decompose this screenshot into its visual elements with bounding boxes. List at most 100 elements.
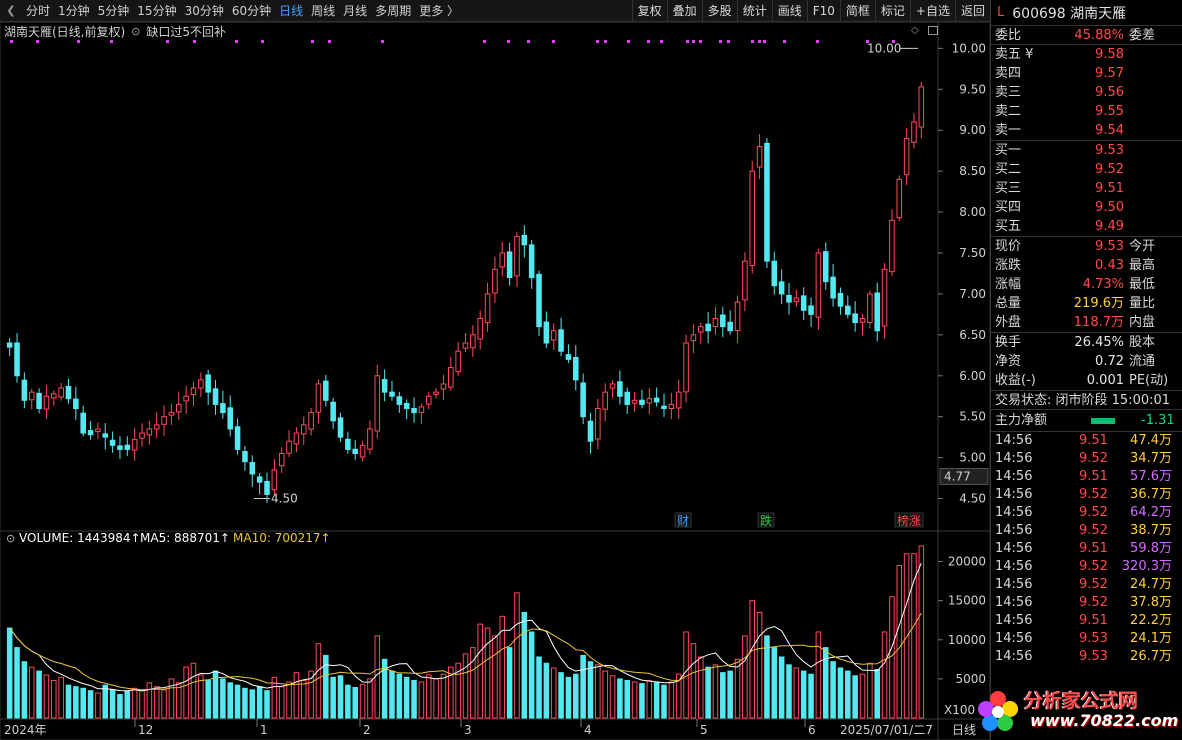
- candle-body: [367, 428, 373, 450]
- tick-trades-list[interactable]: 14:56 9.51 47.4万 14:56 9.52 34.7万 14:56 9.51 57.…: [991, 432, 1182, 666]
- candle-body: [749, 170, 756, 266]
- candle-body: [183, 395, 189, 402]
- candle-body: [168, 412, 175, 416]
- candle-body: [286, 440, 292, 454]
- candle-body: [315, 383, 322, 413]
- quote-title: L 600698 湖南天雁: [991, 0, 1182, 26]
- kline-chart[interactable]: 财 跌 榜涨 10.00 9.50 9.00 8.50 8.00 7.50 7.00 6.50 6.…: [0, 22, 990, 740]
- f10-button[interactable]: F10: [806, 0, 840, 22]
- stat-3-value: 219.6万: [1073, 296, 1124, 311]
- buy-level-4: 买四 9.50: [991, 198, 1182, 217]
- signal-dot: [686, 40, 689, 43]
- tab-weekly[interactable]: 周线: [307, 0, 339, 22]
- trade-row: 14:56 9.52 34.7万: [991, 450, 1182, 468]
- volume-bar: [131, 687, 138, 719]
- adjust-button[interactable]: 复权: [631, 0, 667, 22]
- date-tick-label: 3: [464, 723, 472, 737]
- trade-time: 14:56: [995, 451, 1033, 466]
- volume-bar: [87, 690, 94, 719]
- candle-body: [867, 293, 873, 324]
- statistics-button[interactable]: 统计: [736, 0, 772, 22]
- volume-bar: [874, 669, 880, 719]
- tab-1min[interactable]: 1分钟: [54, 0, 94, 22]
- volume-bar: [734, 658, 741, 719]
- tab-60min[interactable]: 60分钟: [228, 0, 275, 22]
- tab-5min[interactable]: 5分钟: [94, 0, 134, 22]
- candle-body: [139, 432, 145, 439]
- tab-multi-period[interactable]: 多周期: [371, 0, 415, 22]
- volume-bar: [278, 686, 285, 719]
- webi-row: 委比 45.88% 委差: [991, 26, 1182, 45]
- trade-time: 14:56: [995, 613, 1033, 628]
- trade-volume: 38.7万: [1130, 523, 1172, 538]
- candle-body: [793, 297, 800, 302]
- tab-more[interactable]: 更多 〉: [415, 0, 463, 22]
- dropdown-icon[interactable]: ⊙: [131, 25, 140, 38]
- trade-volume: 59.8万: [1130, 541, 1172, 556]
- volume-bar: [242, 687, 248, 719]
- volume-bar: [418, 681, 425, 719]
- tab-fenshi[interactable]: 分时: [22, 0, 54, 22]
- gap-option-label[interactable]: 缺口过5不回补: [146, 23, 226, 40]
- simple-frame-button[interactable]: 简框: [839, 0, 875, 22]
- candle-body: [595, 408, 601, 440]
- tab-15min[interactable]: 15分钟: [133, 0, 180, 22]
- stat-3-label: 总量: [995, 296, 1022, 311]
- candle-body: [786, 294, 792, 303]
- volume-bar: [889, 596, 895, 719]
- volume-bar: [161, 689, 167, 719]
- multi-stock-button[interactable]: 多股: [701, 0, 737, 22]
- stat-4: 外盘 118.7万 内盘: [991, 313, 1182, 332]
- add-watchlist-button[interactable]: +自选: [909, 0, 955, 22]
- tab-monthly[interactable]: 月线: [339, 0, 371, 22]
- candle-body: [903, 137, 910, 176]
- diamond-icon[interactable]: ◇: [911, 25, 919, 36]
- volume-bar: [234, 684, 241, 719]
- trade-row: 14:56 9.52 64.2万: [991, 504, 1182, 522]
- mark-button[interactable]: 标记: [874, 0, 910, 22]
- chevron-left-icon[interactable]: ❮: [0, 0, 22, 22]
- volume-bar: [352, 686, 358, 719]
- signal-dot: [660, 40, 663, 43]
- date-tick-label: 4: [584, 723, 592, 737]
- buy-level-3: 买三 9.51: [991, 179, 1182, 198]
- event-marker: 财: [677, 514, 689, 528]
- draw-line-button[interactable]: 画线: [771, 0, 807, 22]
- candle-body: [80, 412, 86, 434]
- stat-1: 涨跌 0.43 最高: [991, 256, 1182, 275]
- buy-level-1-value: 9.53: [1095, 143, 1124, 158]
- tab-daily[interactable]: 日线: [275, 0, 307, 22]
- volume-bar: [573, 673, 579, 719]
- sell-level-4-value: 9.57: [1095, 66, 1124, 81]
- fund-stat-1-label: 净资: [995, 354, 1022, 369]
- signal-dot: [751, 40, 754, 43]
- stat-0-label: 现价: [995, 239, 1022, 254]
- chart-area[interactable]: 财 跌 榜涨 10.00 9.50 9.00 8.50 8.00 7.50 7.00 6.50 6.…: [0, 22, 990, 740]
- volume-bar: [403, 676, 410, 719]
- main-flow-value: -1.31: [1141, 413, 1175, 428]
- candle-body: [433, 391, 439, 395]
- volume-bar: [845, 670, 851, 719]
- candle-body: [536, 273, 542, 328]
- candle-body: [425, 395, 432, 405]
- candle-body: [300, 424, 307, 435]
- trade-price: 9.52: [1079, 505, 1108, 520]
- back-button[interactable]: 返回: [954, 0, 990, 22]
- signal-dot: [36, 40, 39, 43]
- volume-bar: [36, 670, 42, 719]
- layout-icon[interactable]: [928, 26, 938, 35]
- stat-3: 总量 219.6万 量比: [991, 294, 1182, 313]
- buy-level-3-value: 9.51: [1095, 181, 1124, 196]
- volume-bar: [661, 684, 667, 719]
- candle-body: [175, 403, 182, 413]
- volume-bar: [521, 611, 528, 719]
- candle-body: [852, 313, 858, 324]
- volume-bar: [550, 667, 557, 719]
- volume-bar: [6, 627, 13, 719]
- volume-bar: [109, 689, 116, 719]
- volume-bar: [631, 681, 638, 719]
- stat-1-label: 涨跌: [995, 258, 1022, 273]
- tab-30min[interactable]: 30分钟: [181, 0, 228, 22]
- overlay-button[interactable]: 叠加: [666, 0, 702, 22]
- stock-code-name[interactable]: 600698 湖南天雁: [1012, 3, 1126, 23]
